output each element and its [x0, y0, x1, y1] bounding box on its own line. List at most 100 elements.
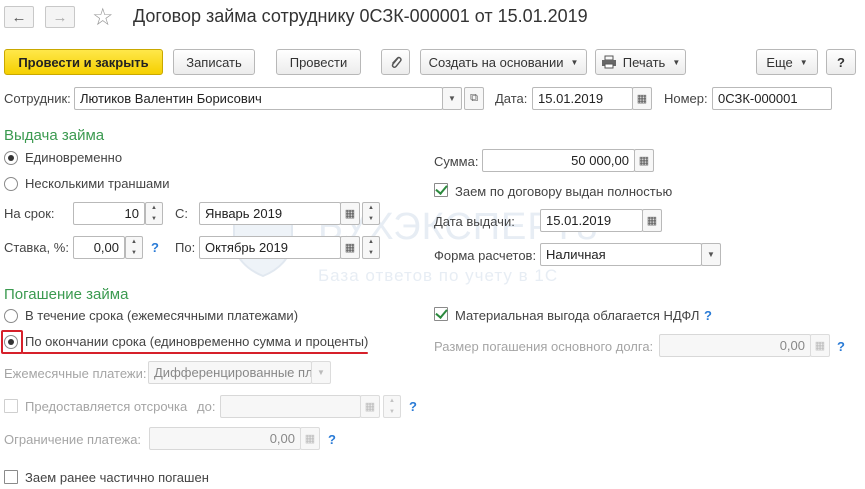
term-stepper[interactable]: ▲ ▼	[145, 202, 163, 225]
issued-fully-label: Заем по договору выдан полностью	[455, 184, 673, 199]
issue-date-field[interactable]: 15.01.2019	[540, 209, 643, 232]
paperclip-icon	[391, 56, 402, 68]
from-stepper[interactable]: ▲ ▼	[362, 202, 380, 225]
arrow-right-icon: →	[52, 8, 68, 26]
radio-issue-tranches[interactable]	[4, 177, 18, 191]
arrow-left-icon: ←	[11, 8, 27, 26]
number-label: Номер:	[664, 91, 708, 106]
create-based-on-label: Создать на основании	[428, 54, 564, 70]
date-calendar-button[interactable]: ▦	[632, 87, 652, 110]
open-icon: ⧉	[470, 92, 478, 104]
chevron-down-icon: ▼	[707, 250, 715, 259]
principal-size-help-icon[interactable]: ?	[837, 339, 845, 354]
deferral-checkbox[interactable]	[4, 399, 18, 413]
annotation-highlight-box	[1, 330, 23, 354]
principal-size-label: Размер погашения основного долга:	[434, 339, 654, 354]
repay-section-title: Погашение займа	[4, 286, 129, 303]
to-label: По:	[175, 240, 196, 255]
help-button[interactable]: ?	[826, 49, 856, 75]
more-button[interactable]: Еще ▼	[756, 49, 818, 75]
deferral-label: Предоставляется отсрочка	[25, 399, 188, 414]
employee-dropdown-button[interactable]: ▼	[442, 87, 462, 110]
radio-repay-monthly[interactable]	[4, 309, 18, 323]
chevron-down-icon: ▼	[317, 368, 325, 377]
calculator-icon: ▦	[814, 340, 826, 352]
forward-button[interactable]: →	[45, 6, 75, 28]
benefit-ndfl-label: Материальная выгода облагается НДФЛ	[455, 308, 700, 323]
page-title: Договор займа сотруднику 0СЗК-000001 от …	[133, 6, 588, 26]
payment-form-dropdown-button[interactable]: ▼	[701, 243, 721, 266]
issue-date-label: Дата выдачи:	[434, 214, 515, 229]
attach-button[interactable]	[381, 49, 410, 75]
from-calendar-button[interactable]: ▦	[340, 202, 360, 225]
term-label: На срок:	[4, 206, 55, 221]
limit-field[interactable]: 0,00	[149, 427, 301, 450]
monthly-payments-dropdown-button[interactable]: ▼	[311, 361, 331, 384]
calendar-icon: ▦	[364, 401, 376, 413]
from-field[interactable]: Январь 2019	[199, 202, 341, 225]
benefit-ndfl-checkbox[interactable]	[434, 307, 448, 321]
rate-field[interactable]: 0,00	[73, 236, 125, 259]
issued-fully-checkbox[interactable]	[434, 183, 448, 197]
to-stepper[interactable]: ▲ ▼	[362, 236, 380, 259]
calculator-icon: ▦	[304, 433, 316, 445]
employee-label: Сотрудник:	[4, 91, 71, 106]
limit-calculator-button[interactable]: ▦	[300, 427, 320, 450]
term-field[interactable]: 10	[73, 202, 145, 225]
print-button[interactable]: Печать ▼	[595, 49, 686, 75]
number-field[interactable]: 0СЗК-000001	[712, 87, 832, 110]
radio-issue-tranches-label: Несколькими траншами	[25, 176, 170, 191]
deferral-to-label: до:	[197, 399, 216, 414]
employee-field[interactable]: Лютиков Валентин Борисович	[74, 87, 443, 110]
calendar-icon: ▦	[344, 242, 356, 254]
chevron-down-icon: ▼	[799, 57, 808, 67]
back-button[interactable]: ←	[4, 6, 34, 28]
partially-repaid-label: Заем ранее частично погашен	[25, 470, 209, 485]
rate-label: Ставка, %:	[4, 240, 69, 255]
issue-date-calendar-button[interactable]: ▦	[642, 209, 662, 232]
sum-field[interactable]: 50 000,00	[482, 149, 635, 172]
from-label: С:	[175, 206, 188, 221]
employee-open-button[interactable]: ⧉	[464, 87, 484, 110]
deferral-calendar-button[interactable]: ▦	[360, 395, 380, 418]
payment-form-field[interactable]: Наличная	[540, 243, 702, 266]
create-based-on-button[interactable]: Создать на основании ▼	[420, 49, 587, 75]
sum-label: Сумма:	[434, 154, 479, 169]
principal-size-calculator-button[interactable]: ▦	[810, 334, 830, 357]
calendar-icon: ▦	[636, 93, 648, 105]
date-label: Дата:	[495, 91, 528, 106]
chevron-down-icon: ▼	[672, 57, 681, 67]
chevron-down-icon: ▼	[448, 94, 456, 103]
calendar-icon: ▦	[646, 215, 658, 227]
principal-size-field[interactable]: 0,00	[659, 334, 811, 357]
monthly-payments-label: Ежемесячные платежи:	[4, 366, 147, 381]
printer-icon	[601, 55, 616, 69]
date-field[interactable]: 15.01.2019	[532, 87, 633, 110]
monthly-payments-field[interactable]: Дифференцированные пла	[148, 361, 312, 384]
post-button[interactable]: Провести	[276, 49, 361, 75]
deferral-date-field[interactable]	[220, 395, 361, 418]
post-and-close-button[interactable]: Провести и закрыть	[4, 49, 163, 75]
radio-repay-monthly-label: В течение срока (ежемесячными платежами)	[25, 308, 299, 323]
deferral-stepper[interactable]: ▲ ▼	[383, 395, 401, 418]
to-field[interactable]: Октябрь 2019	[199, 236, 341, 259]
partially-repaid-checkbox[interactable]	[4, 470, 18, 484]
save-button[interactable]: Записать	[173, 49, 255, 75]
rate-help-icon[interactable]: ?	[151, 240, 159, 255]
limit-help-icon[interactable]: ?	[328, 432, 336, 447]
deferral-help-icon[interactable]: ?	[409, 399, 417, 414]
more-label: Еще	[766, 54, 793, 70]
print-label: Печать	[622, 54, 666, 70]
calendar-icon: ▦	[344, 208, 356, 220]
radio-issue-once[interactable]	[4, 151, 18, 165]
calculator-icon: ▦	[638, 155, 650, 167]
to-calendar-button[interactable]: ▦	[340, 236, 360, 259]
sum-calculator-button[interactable]: ▦	[634, 149, 654, 172]
annotation-underline	[22, 352, 368, 354]
rate-stepper[interactable]: ▲ ▼	[125, 236, 143, 259]
watermark-tagline: База ответов по учету в 1С	[318, 266, 559, 285]
star-icon[interactable]: ☆	[92, 3, 114, 32]
radio-issue-once-label: Единовременно	[25, 150, 123, 165]
limit-label: Ограничение платежа:	[4, 432, 142, 447]
benefit-ndfl-help-icon[interactable]: ?	[704, 308, 712, 323]
